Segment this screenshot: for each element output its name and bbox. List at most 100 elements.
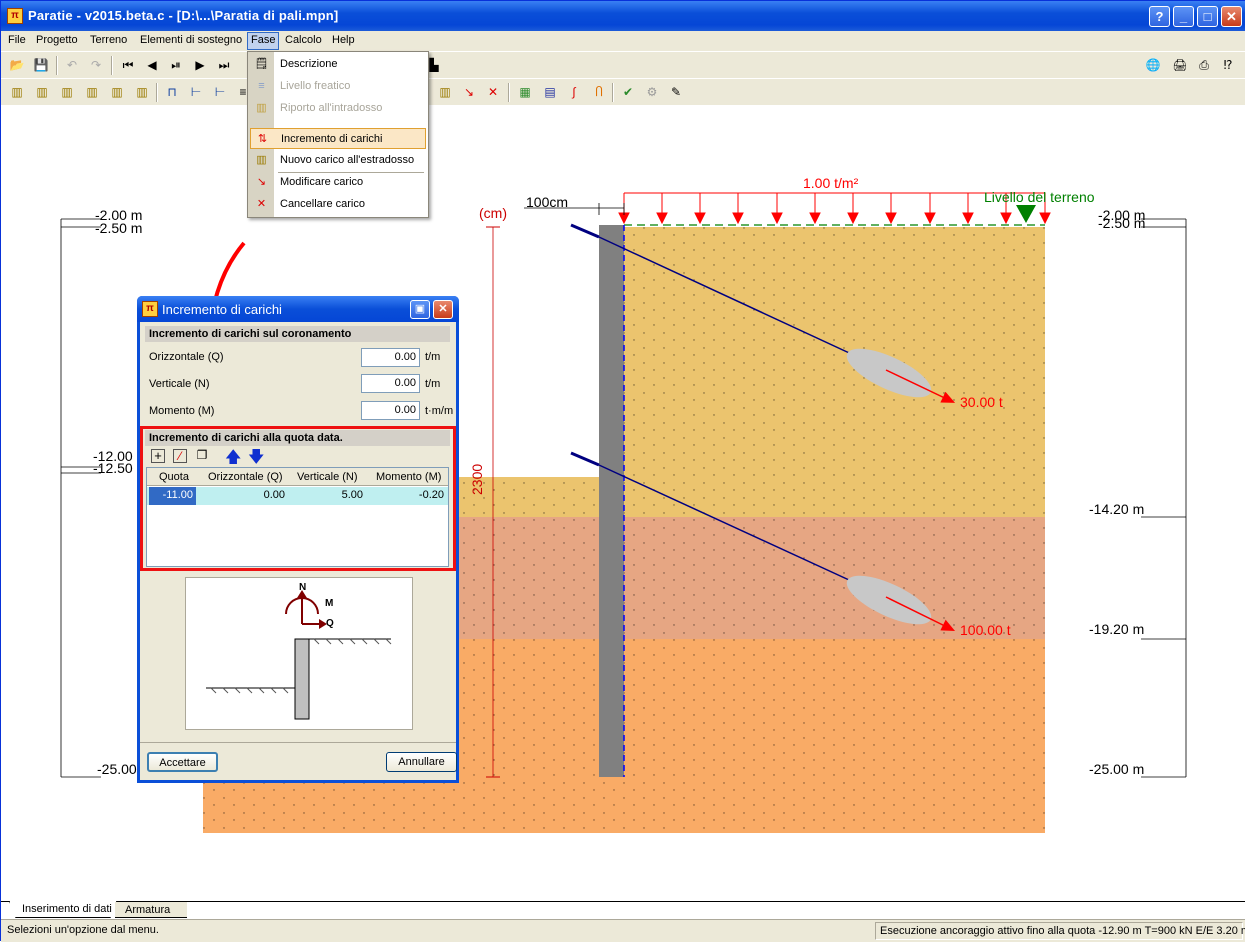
menu-progetto[interactable]: Progetto bbox=[36, 34, 78, 46]
print-icon[interactable]: 🖨 bbox=[1171, 56, 1189, 74]
cell-orizzontale[interactable]: 0.00 bbox=[199, 489, 285, 501]
menu-fase[interactable]: Fase bbox=[247, 32, 280, 50]
col-orizzontale[interactable]: Orizzontale (Q) bbox=[208, 471, 283, 483]
dialog-help-button[interactable]: ▣ bbox=[410, 300, 430, 319]
menu-help[interactable]: Help bbox=[332, 34, 355, 46]
cancel-button[interactable]: Annullare bbox=[386, 752, 457, 772]
moment-input[interactable]: 0.00 bbox=[361, 401, 420, 420]
last-phase-icon[interactable]: ⏭ bbox=[215, 56, 233, 74]
dialog-close-button[interactable]: ✕ bbox=[433, 300, 453, 319]
menu-file[interactable]: File bbox=[8, 34, 26, 46]
delete-layer-icon[interactable]: ▥ bbox=[58, 83, 76, 101]
paratie-app-icon[interactable]: π bbox=[7, 8, 23, 24]
strut-icon[interactable]: ⊢ bbox=[211, 83, 229, 101]
layers-icon[interactable]: ▥ bbox=[133, 83, 151, 101]
anchor-icon[interactable]: ⊢ bbox=[187, 83, 205, 101]
web-globe-icon[interactable]: 🌐 bbox=[1144, 56, 1162, 74]
help-cursor-icon[interactable]: ⁉ bbox=[1219, 56, 1237, 74]
save-icon[interactable]: 💾 bbox=[32, 56, 50, 74]
dialog-title-bar[interactable]: π Incremento di carichi ▣ ✕ bbox=[137, 296, 459, 322]
close-icon: ✕ bbox=[1226, 9, 1237, 24]
wall-icon[interactable]: ⊓ bbox=[163, 83, 181, 101]
col-quota[interactable]: Quota bbox=[159, 471, 189, 483]
menu-item-riporto-intradosso[interactable]: ▥ Riporto all'intradosso bbox=[250, 98, 426, 119]
delete-load-icon[interactable]: ✕ bbox=[484, 83, 502, 101]
water-layer-icon[interactable]: ▥ bbox=[83, 83, 101, 101]
col-verticale[interactable]: Verticale (N) bbox=[297, 471, 358, 483]
modify-load-icon: ↘ bbox=[256, 176, 267, 188]
fase-menu-dropdown: 🗒 Descrizione ≡ Livello freatico ▥ Ripor… bbox=[247, 51, 429, 218]
menu-terreno[interactable]: Terreno bbox=[90, 34, 127, 46]
moment-unit: t·m/m bbox=[425, 405, 454, 417]
edit-pen-icon[interactable]: ✎ bbox=[667, 83, 685, 101]
minimize-button[interactable]: _ bbox=[1173, 6, 1194, 27]
check-results-icon[interactable]: ✔ bbox=[619, 83, 637, 101]
incremento-carichi-dialog: π Incremento di carichi ▣ ✕ Incremento d… bbox=[137, 296, 459, 783]
graph-icon[interactable]: ▤ bbox=[541, 83, 559, 101]
water-level-icon: ≡ bbox=[258, 80, 265, 92]
print-preview-icon[interactable]: ⎙ bbox=[1195, 56, 1213, 74]
right-level-label: -19.20 m bbox=[1089, 621, 1145, 637]
left-level-label: -25.00 bbox=[97, 761, 137, 777]
description-icon: 🗒 bbox=[254, 58, 269, 70]
status-message: Selezioni un'opzione dal menu. bbox=[7, 924, 159, 936]
first-phase-icon[interactable]: ⏮ bbox=[119, 56, 137, 74]
menu-calcolo[interactable]: Calcolo bbox=[285, 34, 322, 46]
standard-toolbar: 📂 💾 ↶ ↷ ⏮ ◀ ⏯ ▶ ⏭ ▙ 🌐 🖨 ⎙ ⁉ bbox=[1, 51, 1245, 78]
optimize-icon[interactable]: ⚙ bbox=[643, 83, 661, 101]
menu-item-livello-freatico[interactable]: ≡ Livello freatico bbox=[250, 76, 426, 97]
all-phases-icon[interactable]: ⏯ bbox=[167, 56, 185, 74]
menu-item-cancellare-carico[interactable]: ✕ Cancellare carico bbox=[250, 194, 426, 215]
curve-icon[interactable]: ∫ bbox=[565, 83, 583, 101]
main-window: π Paratie - v2015.beta.c - [D:\...\Parat… bbox=[0, 0, 1245, 942]
left-level-scale bbox=[60, 218, 101, 778]
vertical-unit: t/m bbox=[425, 378, 441, 390]
open-icon[interactable]: 📂 bbox=[8, 56, 26, 74]
anchor-2-force: 100.00 t bbox=[960, 622, 1011, 638]
modify-load-icon[interactable]: ↘ bbox=[460, 83, 478, 101]
cell-verticale[interactable]: 5.00 bbox=[289, 489, 363, 501]
diagram-m-label: M bbox=[325, 598, 334, 609]
horizontal-unit: t/m bbox=[425, 351, 441, 363]
horizontal-load-input[interactable]: 0.00 bbox=[361, 348, 420, 367]
tab-inserimento-dati[interactable]: Inserimento di dati bbox=[9, 901, 117, 918]
ground-level-label: Livello del terreno bbox=[984, 189, 1095, 205]
calc-icon[interactable]: ▦ bbox=[516, 83, 534, 101]
title-bar[interactable]: π Paratie - v2015.beta.c - [D:\...\Parat… bbox=[1, 1, 1245, 31]
magnet-icon[interactable]: Ⴖ bbox=[590, 83, 608, 101]
menu-item-descrizione[interactable]: 🗒 Descrizione bbox=[250, 54, 426, 75]
fill-icon: ▥ bbox=[256, 102, 267, 114]
accept-button[interactable]: Accettare bbox=[147, 752, 218, 772]
undo-icon[interactable]: ↶ bbox=[63, 56, 81, 74]
delete-row-icon[interactable]: ⁄ bbox=[173, 449, 187, 463]
menu-item-modificare-carico[interactable]: ↘ Modificare carico bbox=[250, 172, 426, 193]
add-layer-icon[interactable]: ▥ bbox=[8, 83, 26, 101]
sheet-tabs: Inserimento di dati Armatura bbox=[1, 901, 1245, 919]
vertical-load-input[interactable]: 0.00 bbox=[361, 374, 420, 393]
maximize-button[interactable]: □ bbox=[1197, 6, 1218, 27]
help-caption-button[interactable]: ? bbox=[1149, 6, 1170, 27]
col-momento[interactable]: Momento (M) bbox=[376, 471, 441, 483]
window-title: Paratie - v2015.beta.c - [D:\...\Paratia… bbox=[28, 8, 339, 23]
edit-layer-icon[interactable]: ▥ bbox=[33, 83, 51, 101]
redo-icon[interactable]: ↷ bbox=[87, 56, 105, 74]
menu-item-nuovo-carico[interactable]: ▥ Nuovo carico all'estradosso bbox=[250, 150, 426, 171]
phase-loads-icon[interactable]: ▥ bbox=[436, 83, 454, 101]
toolbar-separator bbox=[612, 83, 614, 102]
close-button[interactable]: ✕ bbox=[1221, 6, 1242, 27]
cell-momento[interactable]: -0.20 bbox=[367, 489, 444, 501]
next-phase-icon[interactable]: ▶ bbox=[191, 56, 209, 74]
ground-level-marker bbox=[1016, 205, 1036, 223]
copy-row-icon[interactable]: ❐ bbox=[195, 449, 209, 463]
tab-armatura[interactable]: Armatura bbox=[115, 902, 187, 918]
cell-quota[interactable]: -11.00 bbox=[149, 487, 196, 505]
table-row[interactable]: -11.00 0.00 5.00 -0.20 bbox=[147, 487, 448, 505]
fill-layer-icon[interactable]: ▥ bbox=[108, 83, 126, 101]
menu-elementi-di-sostegno[interactable]: Elementi di sostegno bbox=[140, 34, 242, 46]
previous-phase-icon[interactable]: ◀ bbox=[143, 56, 161, 74]
new-load-icon: ▥ bbox=[256, 154, 267, 166]
right-level-scale bbox=[1141, 218, 1187, 778]
toolbar-separator bbox=[508, 83, 510, 102]
menu-item-incremento-di-carichi[interactable]: ⇅ Incremento di carichi bbox=[250, 128, 426, 149]
add-row-icon[interactable]: + bbox=[151, 449, 165, 463]
